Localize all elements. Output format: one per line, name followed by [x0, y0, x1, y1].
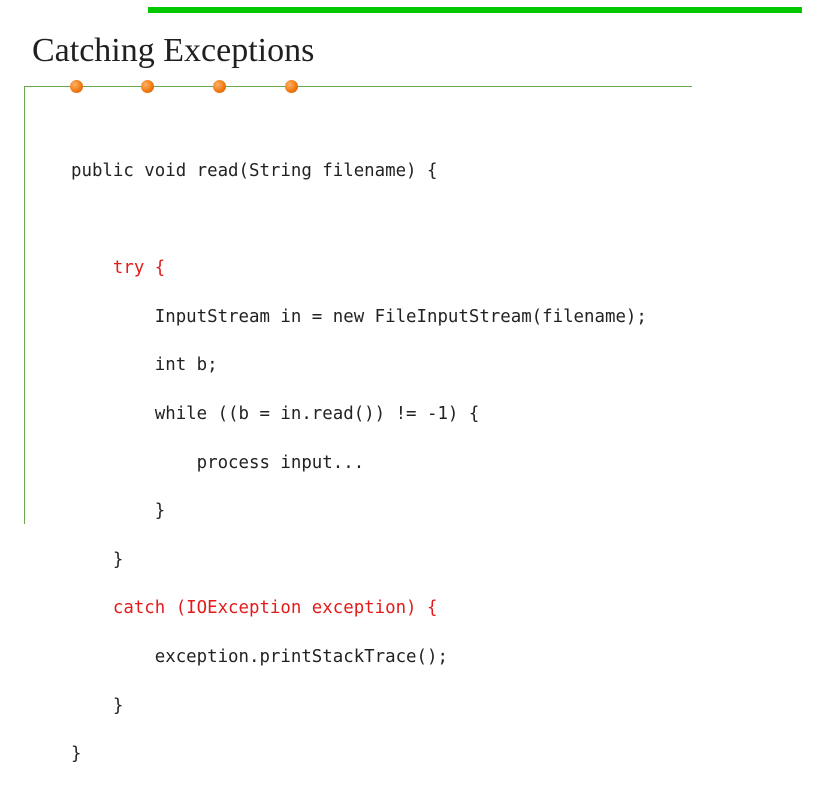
code-line-while-close: }: [71, 501, 166, 522]
code-line-method-close: }: [71, 744, 82, 765]
decorative-bullet-dot-1: [70, 80, 83, 93]
code-line-print-stack-trace: exception.printStackTrace();: [71, 646, 448, 667]
code-block: public void read(String filename) { try …: [71, 159, 647, 791]
code-line-method-signature: public void read(String filename) {: [71, 161, 438, 181]
decorative-bullet-dot-2: [141, 80, 154, 93]
code-line-catch: catch (IOException exception) {: [71, 598, 438, 619]
decorative-bullet-dot-3: [213, 80, 226, 93]
code-line-inputstream: InputStream in = new FileInputStream(fil…: [71, 306, 647, 327]
code-line-process-input: process input...: [71, 452, 365, 473]
title-underline-rule: [24, 86, 692, 87]
code-line-while: while ((b = in.read()) != -1) {: [71, 403, 480, 424]
code-line-int-b: int b;: [71, 355, 218, 376]
slide-title: Catching Exceptions: [32, 32, 315, 69]
decorative-bullet-dot-4: [285, 80, 298, 93]
left-vertical-rule: [24, 86, 25, 524]
code-line-try-close: }: [71, 549, 124, 570]
top-accent-bar: [148, 7, 802, 13]
code-line-catch-close: }: [71, 695, 124, 716]
code-line-try: try {: [71, 258, 166, 279]
